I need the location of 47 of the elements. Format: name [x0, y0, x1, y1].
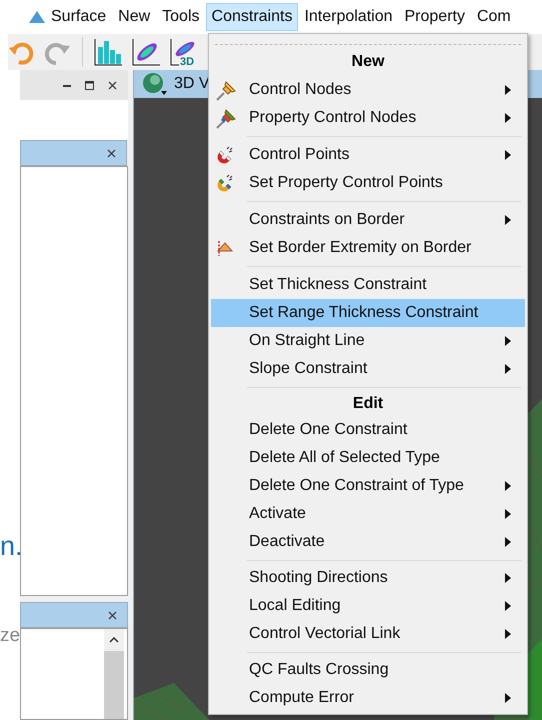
maximize-icon[interactable]	[85, 80, 94, 90]
menu-bar-item[interactable]: Property	[398, 3, 471, 31]
menu-section-header: New	[350, 52, 386, 72]
close-icon[interactable]	[107, 148, 116, 158]
menu-item[interactable]: QC Faults Crossing	[211, 656, 525, 684]
histogram-icon[interactable]	[93, 37, 123, 67]
menu-item[interactable]: Delete All of Selected Type	[211, 444, 525, 472]
menu-item[interactable]: Deactivate	[211, 528, 525, 556]
menu-item[interactable]: Set Range Thickness Constraint	[211, 299, 525, 327]
menu-item[interactable]: Activate	[211, 500, 525, 528]
link-text[interactable]: n.	[0, 528, 20, 564]
magnet-icon	[215, 173, 235, 193]
menu-section-header: Edit	[352, 394, 384, 414]
menu-item[interactable]: Set Thickness Constraint	[211, 271, 525, 299]
menu-item[interactable]: Compute Error	[211, 684, 525, 712]
menu-item[interactable]: Set Property Control Points	[211, 169, 525, 197]
ellipse-icon[interactable]	[131, 37, 161, 67]
menu-item[interactable]: Delete One Constraint	[211, 416, 525, 444]
menu-bar-item[interactable]: Tools	[156, 3, 206, 31]
menu-bar-item[interactable]: Surface	[22, 3, 112, 31]
pushpin-icon	[215, 108, 237, 130]
close-icon[interactable]	[108, 610, 117, 620]
menu-item[interactable]: Local Editing	[211, 592, 525, 620]
scroll-up-icon[interactable]	[109, 637, 119, 643]
menu-item[interactable]: Control Points	[211, 141, 525, 169]
hint-text: ze	[0, 624, 20, 648]
globe-icon	[142, 72, 168, 96]
menu-bar-item[interactable]: Interpolation	[298, 3, 398, 31]
menu-item[interactable]: Set Border Extremity on Border	[211, 234, 525, 262]
menu-bar-item[interactable]: Constraints	[206, 3, 298, 31]
magnet-icon	[215, 145, 235, 165]
minimize-icon[interactable]	[63, 84, 71, 86]
menu-item[interactable]: Property Control Nodes	[211, 104, 525, 132]
menu-item[interactable]: Constraints on Border	[211, 206, 525, 234]
menu-bar-item[interactable]: New	[112, 3, 156, 31]
menu-item[interactable]: Control Vectorial Link	[211, 620, 525, 648]
menu-item[interactable]: Slope Constraint	[211, 355, 525, 383]
menu-item[interactable]: Control Nodes	[211, 76, 525, 104]
pushpin-icon	[215, 80, 237, 102]
scrollbar[interactable]	[104, 629, 124, 719]
triangle-marker-icon	[215, 238, 235, 258]
triangle-logo-icon	[28, 10, 46, 24]
menu-bar-item[interactable]: Com	[470, 3, 517, 31]
close-icon[interactable]	[108, 80, 117, 90]
menu-item[interactable]: Delete One Constraint of Type	[211, 472, 525, 500]
menu-item[interactable]: Shooting Directions	[211, 564, 525, 592]
menu-item[interactable]: On Straight Line	[211, 327, 525, 355]
